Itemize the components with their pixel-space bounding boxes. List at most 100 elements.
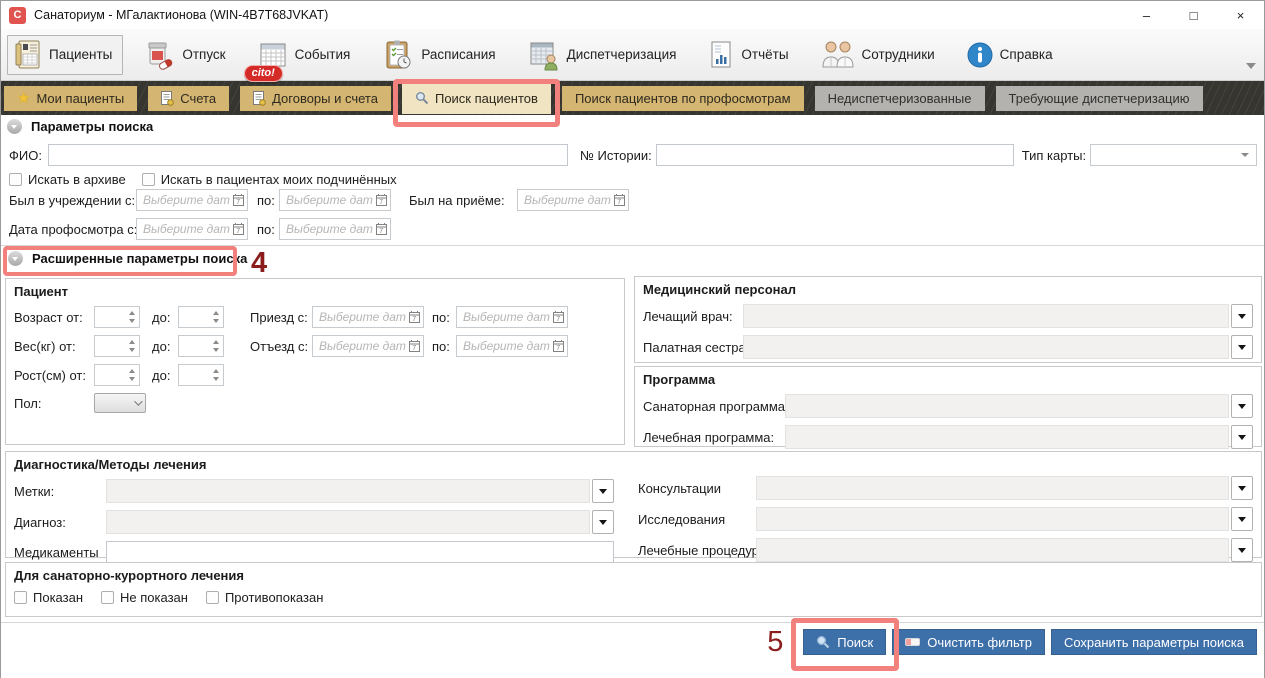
profexam-from-date[interactable]: Выберите дат 7	[136, 218, 248, 240]
date-placeholder: Выберите дат	[286, 222, 373, 236]
toolbar-label: Пациенты	[49, 47, 112, 62]
calendar-icon: 7	[233, 223, 244, 235]
weight-from-spinner[interactable]	[94, 335, 140, 357]
search-form: Параметры поиска ФИО: № Истории: Тип кар…	[1, 115, 1264, 678]
height-from-spinner[interactable]	[94, 364, 140, 386]
diagnosis-select[interactable]	[106, 510, 614, 534]
weight-to-spinner[interactable]	[178, 335, 224, 357]
toolbar-item-events[interactable]: cito! События	[258, 40, 351, 70]
dropdown-button[interactable]	[1231, 304, 1253, 328]
subordinates-checkbox[interactable]	[142, 173, 155, 186]
date-placeholder: Выберите дат	[143, 193, 230, 207]
nurse-select[interactable]	[743, 335, 1253, 359]
tab-undispatched[interactable]: Недиспетчеризованные	[815, 86, 985, 111]
appointment-label: Был на приёме:	[409, 193, 517, 208]
collapse-icon[interactable]	[7, 119, 22, 134]
archive-checkbox[interactable]	[9, 173, 22, 186]
indicated-checkbox[interactable]	[14, 591, 27, 604]
svg-text:7: 7	[236, 199, 240, 206]
window-controls: – □ ×	[1123, 1, 1264, 29]
tab-invoices[interactable]: Счета	[148, 86, 229, 111]
close-button[interactable]: ×	[1217, 1, 1264, 29]
procedures-select[interactable]	[756, 538, 1253, 562]
window-title: Санаториум - МГалактионова (WIN-4B7T68JV…	[34, 8, 328, 22]
chevron-down-icon	[1238, 548, 1246, 553]
advanced-params-header[interactable]: Расширенные параметры поиска 4	[8, 251, 247, 266]
contraindicated-checkbox[interactable]	[206, 591, 219, 604]
tab-profexam-search[interactable]: Поиск пациентов по профосмотрам	[562, 86, 804, 111]
report-chart-icon	[708, 39, 734, 71]
cito-badge: cito!	[244, 65, 283, 82]
dropdown-button[interactable]	[592, 479, 614, 503]
tab-contracts-invoices[interactable]: Договоры и счета	[240, 86, 391, 111]
dropdown-button[interactable]	[1231, 425, 1253, 449]
toolbar-item-patients[interactable]: Пациенты	[7, 35, 123, 75]
medications-icon	[145, 39, 175, 71]
departure-from-date[interactable]: Выберите дат 7	[312, 335, 424, 357]
medications-input[interactable]	[106, 541, 614, 563]
dropdown-button[interactable]	[1231, 394, 1253, 418]
consultations-select[interactable]	[756, 476, 1253, 500]
researches-select[interactable]	[756, 507, 1253, 531]
age-from-spinner[interactable]	[94, 306, 140, 328]
sanatorium-program-select[interactable]	[785, 394, 1253, 418]
minimize-button[interactable]: –	[1123, 1, 1170, 29]
sanatorium-program-row: Санаторная программа:	[643, 394, 1253, 418]
fio-input[interactable]	[48, 144, 568, 166]
tags-select[interactable]	[106, 479, 614, 503]
to-label: до:	[152, 368, 178, 383]
toolbar-item-schedules[interactable]: Расписания	[382, 39, 495, 71]
tab-my-patients[interactable]: ★ Мои пациенты	[4, 86, 137, 111]
not-indicated-checkbox[interactable]	[101, 591, 114, 604]
toolbar-item-reports[interactable]: Отчёты	[708, 39, 788, 71]
toolbar-item-help[interactable]: Справка	[967, 42, 1053, 68]
tab-label: Договоры и счета	[272, 91, 378, 106]
doctor-row: Лечащий врач:	[643, 304, 1253, 328]
card-type-select[interactable]	[1090, 144, 1257, 166]
profexam-to-date[interactable]: Выберите дат 7	[279, 218, 391, 240]
dropdown-button[interactable]	[1231, 538, 1253, 562]
arrival-from-date[interactable]: Выберите дат 7	[312, 306, 424, 328]
toolbar-item-vacation[interactable]: Отпуск	[145, 39, 225, 71]
svg-text:7: 7	[379, 199, 383, 206]
toolbar-item-staff[interactable]: Сотрудники	[821, 39, 935, 71]
clear-filter-button[interactable]: Очистить фильтр	[892, 629, 1045, 655]
divider	[1, 245, 1264, 246]
nurse-label: Палатная сестра:	[643, 340, 743, 355]
history-number-input[interactable]	[656, 144, 1014, 166]
chevron-down-icon	[1238, 404, 1246, 409]
tab-requiring-dispatch[interactable]: Требующие диспетчеризацию	[996, 86, 1203, 111]
facility-to-date[interactable]: Выберите дат 7	[279, 189, 391, 211]
tab-patient-search[interactable]: Поиск пациентов	[402, 82, 551, 114]
doctor-select[interactable]	[743, 304, 1253, 328]
dropdown-button[interactable]	[1231, 476, 1253, 500]
save-search-params-button[interactable]: Сохранить параметры поиска	[1051, 629, 1257, 655]
chevron-down-icon	[599, 489, 607, 494]
height-to-spinner[interactable]	[178, 364, 224, 386]
maximize-button[interactable]: □	[1170, 1, 1217, 29]
dropdown-button[interactable]	[592, 510, 614, 534]
date-placeholder: Выберите дат	[524, 193, 611, 207]
title-bar: C Санаториум - МГалактионова (WIN-4B7T68…	[1, 1, 1264, 29]
appointment-date[interactable]: Выберите дат 7	[517, 189, 629, 211]
consultations-label: Консультации	[638, 481, 756, 496]
svg-text:7: 7	[379, 228, 383, 235]
age-to-spinner[interactable]	[178, 306, 224, 328]
arrival-to-date[interactable]: Выберите дат 7	[456, 306, 568, 328]
dropdown-button[interactable]	[1231, 507, 1253, 531]
group-title: Программа	[643, 372, 1253, 387]
search-button[interactable]: Поиск	[803, 629, 886, 655]
collapse-icon[interactable]	[8, 251, 23, 266]
main-toolbar: Пациенты Отпуск	[1, 29, 1264, 81]
dropdown-button[interactable]	[1231, 335, 1253, 359]
toolbar-overflow-arrow-icon[interactable]	[1246, 63, 1256, 69]
gender-select[interactable]	[94, 393, 146, 413]
treatment-program-select[interactable]	[785, 425, 1253, 449]
search-params-header[interactable]: Параметры поиска	[7, 119, 153, 134]
to-label: по:	[257, 222, 279, 237]
toolbar-item-dispatch[interactable]: Диспетчеризация	[528, 39, 677, 71]
search-icon	[816, 635, 830, 649]
departure-to-date[interactable]: Выберите дат 7	[456, 335, 568, 357]
facility-from-date[interactable]: Выберите дат 7	[136, 189, 248, 211]
history-label: № Истории:	[580, 148, 652, 163]
